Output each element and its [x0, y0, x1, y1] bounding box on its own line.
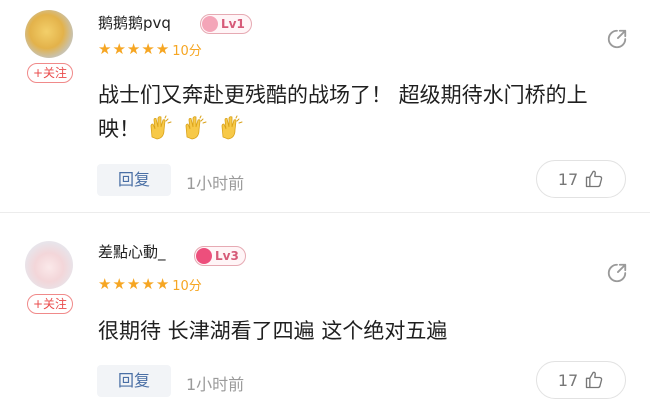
share-icon[interactable]: [606, 28, 628, 50]
star-icon: ★: [141, 40, 155, 58]
comment-text: 很期待 长津湖看了四遍 这个绝对五遍: [98, 319, 448, 343]
like-button[interactable]: 17: [536, 160, 626, 198]
rating-score: 10分: [172, 279, 202, 294]
level-icon: [196, 248, 212, 264]
star-icon: ★: [126, 40, 141, 58]
star-icon: ★: [141, 275, 155, 293]
reply-button[interactable]: 回复: [97, 164, 171, 196]
rating-score: 10分: [172, 44, 202, 59]
clapping-hands-icon: [185, 115, 207, 140]
clapping-hands-icon: [221, 115, 243, 140]
star-icon: ★: [98, 40, 112, 58]
level-badge: Lv1: [200, 14, 252, 34]
like-count: 17: [557, 370, 579, 390]
level-badge: Lv3: [194, 246, 246, 266]
thumbs-up-icon: [586, 371, 603, 389]
star-icon: ★: [112, 40, 126, 58]
follow-button[interactable]: +关注: [27, 63, 73, 83]
star-icon: ★: [98, 275, 112, 293]
divider: [0, 212, 650, 213]
level-icon: [202, 16, 218, 32]
avatar[interactable]: [25, 10, 73, 58]
star-icon: ★: [112, 275, 126, 293]
avatar[interactable]: [25, 241, 73, 289]
username[interactable]: 鹅鹅鹅pvq: [98, 12, 171, 33]
rating-stars: ★ ★ ★ ★ ★ 10分: [98, 40, 202, 60]
level-text: Lv1: [221, 17, 245, 31]
like-button[interactable]: 17: [536, 361, 626, 399]
clapping-hands-icon: [150, 115, 172, 140]
username[interactable]: 差點心動_: [98, 241, 166, 262]
star-icon: ★: [126, 275, 141, 293]
comment-text: 战士们又奔赴更残酷的战场了！ 超级期待水门桥的上映！: [98, 78, 618, 147]
level-text: Lv3: [215, 249, 239, 263]
timestamp: 1小时前: [186, 375, 245, 394]
star-icon: ★: [155, 40, 170, 58]
like-count: 17: [557, 169, 579, 189]
timestamp: 1小时前: [186, 174, 245, 193]
rating-stars: ★ ★ ★ ★ ★ 10分: [98, 275, 202, 295]
comment-item: +关注 鹅鹅鹅pvq Lv1 ★ ★ ★ ★ ★ 10分 战士们又奔赴更残酷的战…: [0, 0, 650, 205]
reply-button[interactable]: 回复: [97, 365, 171, 397]
share-icon[interactable]: [606, 262, 628, 284]
comment-item: +关注 差點心動_ Lv3 ★ ★ ★ ★ ★ 10分 很期待 长津湖看了四遍 …: [0, 222, 650, 412]
thumbs-up-icon: [586, 170, 603, 188]
star-icon: ★: [155, 275, 170, 293]
emoji-row: [147, 113, 247, 147]
follow-button[interactable]: +关注: [27, 294, 73, 314]
